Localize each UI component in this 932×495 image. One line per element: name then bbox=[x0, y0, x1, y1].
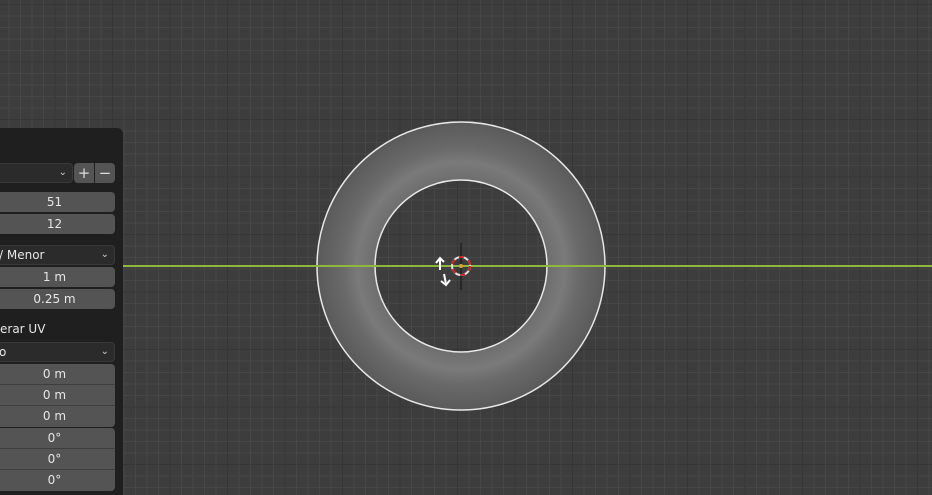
remove-preset-button[interactable]: − bbox=[95, 163, 115, 183]
minor-segments-field[interactable]: 12 bbox=[0, 214, 115, 234]
rotation-z-field[interactable]: 0° bbox=[0, 470, 115, 491]
major-segments-field[interactable]: 51 bbox=[0, 192, 115, 212]
torus-mesh[interactable] bbox=[0, 0, 932, 495]
generate-uv-label[interactable]: erar UV bbox=[0, 322, 45, 336]
minor-radius-field[interactable]: 0.25 m bbox=[0, 289, 115, 309]
chevron-down-icon: ⌄ bbox=[100, 346, 109, 357]
operator-panel-add-torus: ⌄ + − 51 12 / Menor ⌄ 1 m 0.25 m erar UV … bbox=[0, 128, 123, 495]
preset-dropdown[interactable]: ⌄ bbox=[0, 163, 73, 183]
location-x-field[interactable]: 0 m bbox=[0, 364, 115, 385]
align-value: o bbox=[0, 345, 7, 359]
rotation-x-field[interactable]: 0° bbox=[0, 428, 115, 449]
align-dropdown[interactable]: o ⌄ bbox=[0, 342, 115, 362]
location-fields: 0 m 0 m 0 m bbox=[0, 364, 115, 427]
chevron-down-icon: ⌄ bbox=[100, 249, 109, 260]
location-z-field[interactable]: 0 m bbox=[0, 406, 115, 427]
dimensions-mode-dropdown[interactable]: / Menor ⌄ bbox=[0, 245, 115, 265]
chevron-down-icon: ⌄ bbox=[58, 167, 67, 178]
add-preset-button[interactable]: + bbox=[74, 163, 94, 183]
dimensions-mode-value: / Menor bbox=[0, 248, 45, 262]
major-radius-field[interactable]: 1 m bbox=[0, 267, 115, 287]
rotation-y-field[interactable]: 0° bbox=[0, 449, 115, 470]
origin-arrows-icon bbox=[435, 256, 451, 287]
rotation-fields: 0° 0° 0° bbox=[0, 428, 115, 491]
location-y-field[interactable]: 0 m bbox=[0, 385, 115, 406]
